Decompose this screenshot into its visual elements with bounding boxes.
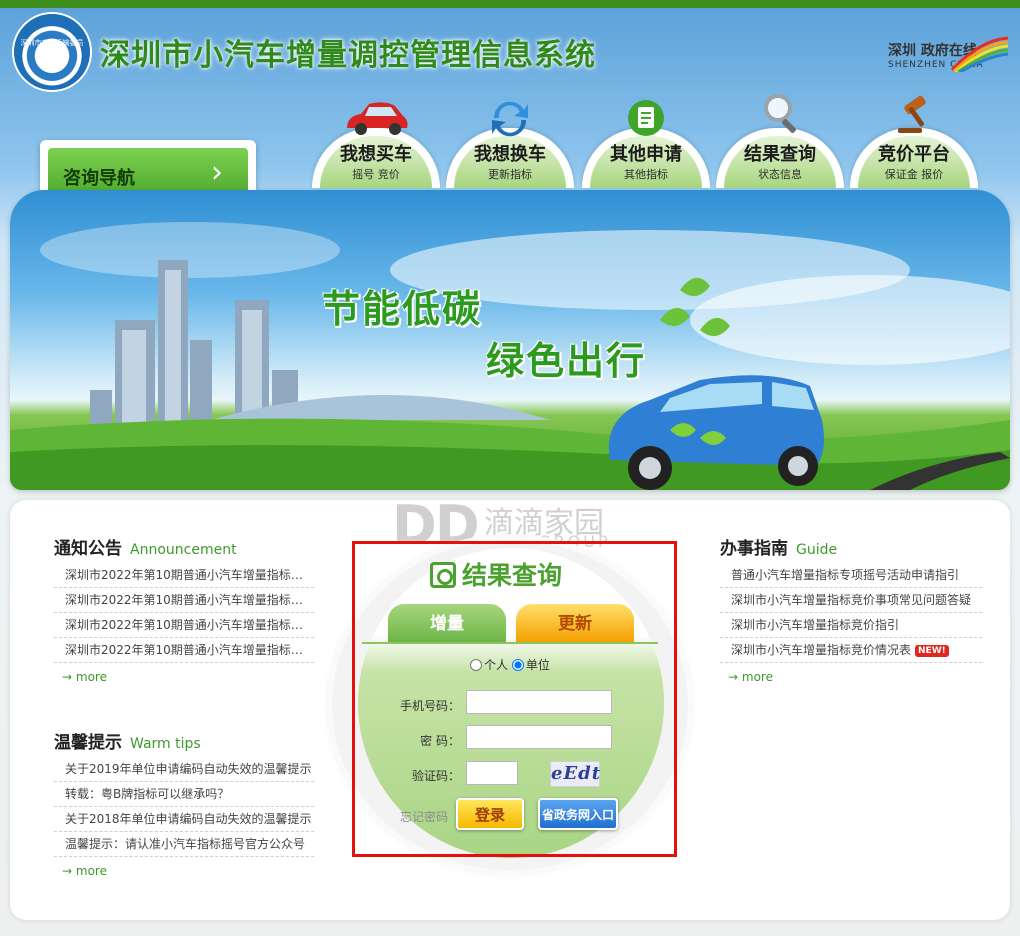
forgot-password-link[interactable]: 忘记密码: [400, 808, 448, 825]
tips-title: 温馨提示 Warm tips: [54, 728, 201, 753]
guide-list: 普通小汽车增量指标专项摇号活动申请指引 深圳市小汽车增量指标竞价事项常见问题答疑…: [720, 563, 982, 663]
chevron-right-icon: ›: [211, 155, 223, 190]
transport-committee-logo: 深圳市交通运输委员会: [14, 14, 90, 90]
captcha-input[interactable]: [466, 761, 518, 785]
list-item[interactable]: 深圳市2022年第10期普通小汽车增量指标摇号结果公告: [54, 563, 314, 588]
banner-image: 节能低碳 绿色出行: [10, 190, 1010, 490]
nav-label: 结果查询: [744, 144, 816, 165]
nav-sub: 保证金 报价: [884, 168, 944, 181]
list-item[interactable]: 关于2019年单位申请编码自动失效的温馨提示: [54, 757, 314, 782]
captcha-label: 验证码：: [411, 769, 460, 783]
tips-list: 关于2019年单位申请编码自动失效的温馨提示 转载：粤B牌指标可以继承吗？ 关于…: [54, 757, 314, 857]
phone-input[interactable]: [466, 690, 612, 714]
list-item[interactable]: 深圳市2022年第10期普通小汽车增量指标竞价公告: [54, 638, 314, 663]
nav-sub: 状态信息: [758, 168, 802, 181]
nav-sub: 摇号 竞价: [352, 168, 400, 181]
banner-slogan-1: 节能低碳: [322, 287, 483, 331]
rainbow-icon: [950, 36, 1009, 72]
nav-bidding-platform[interactable]: 竞价平台 保证金 报价: [850, 95, 978, 188]
list-item-text: 深圳市小汽车增量指标竞价情况表: [731, 643, 912, 657]
nav-change-car[interactable]: 我想换车 更新指标: [446, 101, 574, 188]
list-item[interactable]: 深圳市2022年第10期普通小汽车增量指标竞价结果公告: [54, 588, 314, 613]
more-label: more: [741, 670, 773, 684]
radio-unit[interactable]: [511, 659, 524, 671]
document-icon: [626, 98, 666, 138]
radio-personal[interactable]: [470, 659, 482, 671]
list-item[interactable]: 深圳市小汽车增量指标竞价情况表 NEW!: [720, 638, 982, 663]
guide-title-cn: 办事指南: [720, 539, 788, 559]
login-button[interactable]: 登录: [456, 798, 524, 830]
more-label: more: [75, 670, 107, 684]
notice-more-link[interactable]: → more: [62, 670, 107, 684]
nav-label: 我想换车: [474, 144, 546, 165]
gov-portal-button[interactable]: 省政务网入口: [538, 798, 618, 830]
magnifier-icon: [760, 94, 800, 138]
new-badge: NEW!: [915, 644, 949, 657]
list-item[interactable]: 关于2018年单位申请编码自动失效的温馨提示: [54, 807, 314, 832]
search-icon: [430, 562, 456, 588]
list-item[interactable]: 深圳市小汽车增量指标竞价事项常见问题答疑: [720, 588, 982, 613]
guide-more-link[interactable]: → more: [728, 670, 773, 684]
query-title-label: 结果查询: [462, 561, 563, 590]
refresh-arrows-icon: [490, 98, 530, 138]
nav-result-query[interactable]: 结果查询 状态信息: [716, 94, 844, 188]
nav-buy-car[interactable]: 我想买车 摇号 竞价: [312, 102, 440, 188]
phone-label: 手机号码：: [399, 699, 460, 713]
nav-sub: 其他指标: [624, 168, 668, 181]
shenzhen-china-logo: 深圳 政府在线 SHENZHEN CHINA: [880, 36, 1009, 96]
tab-gengxin[interactable]: 更新: [516, 604, 634, 642]
tips-title-en: Warm tips: [130, 736, 201, 752]
password-input[interactable]: [466, 725, 612, 749]
radio-unit-label: 单位: [525, 658, 550, 672]
guide-title-en: Guide: [796, 542, 838, 558]
guide-title: 办事指南 Guide: [720, 534, 837, 559]
list-item[interactable]: 深圳市2022年第10期普通小汽车增量指标摇号公告: [54, 613, 314, 638]
captcha-image[interactable]: eEdt: [550, 761, 600, 787]
page-title: 深圳市小汽车增量调控管理信息系统: [100, 38, 596, 73]
nav-label: 我想买车: [340, 144, 412, 165]
notice-title: 通知公告 Announcement: [54, 534, 237, 559]
nav-sub: 更新指标: [488, 168, 532, 181]
consult-nav-label: 咨询导航: [63, 168, 135, 189]
banner-slogan-2: 绿色出行: [486, 339, 647, 383]
top-green-bar: [0, 0, 1020, 8]
applicant-type-radios: 个人 单位: [470, 656, 550, 673]
tab-underline: [362, 642, 658, 644]
radio-personal-label: 个人: [484, 658, 509, 672]
list-item[interactable]: 普通小汽车增量指标专项摇号活动申请指引: [720, 563, 982, 588]
notice-title-en: Announcement: [130, 542, 237, 558]
list-item[interactable]: 温馨提示：请认准小汽车指标摇号官方公众号: [54, 832, 314, 857]
nav-label: 其他申请: [610, 144, 682, 165]
tips-more-link[interactable]: → more: [62, 864, 107, 878]
tips-title-cn: 温馨提示: [54, 733, 122, 753]
nav-label: 竞价平台: [878, 144, 950, 165]
nav-other-apply[interactable]: 其他申请 其他指标: [582, 100, 710, 188]
password-label: 密 码：: [420, 734, 460, 748]
gavel-icon: [894, 95, 934, 138]
logo-text: 深圳市交通运输委员会: [20, 39, 84, 57]
query-title: 结果查询: [430, 556, 562, 592]
list-item[interactable]: 转载：粤B牌指标可以继承吗？: [54, 782, 314, 807]
tab-zengliang[interactable]: 增量: [388, 604, 506, 642]
notice-title-cn: 通知公告: [54, 539, 122, 559]
red-car-icon: [347, 98, 408, 138]
more-label: more: [75, 864, 107, 878]
notice-list: 深圳市2022年第10期普通小汽车增量指标摇号结果公告 深圳市2022年第10期…: [54, 563, 314, 663]
list-item[interactable]: 深圳市小汽车增量指标竞价指引: [720, 613, 982, 638]
